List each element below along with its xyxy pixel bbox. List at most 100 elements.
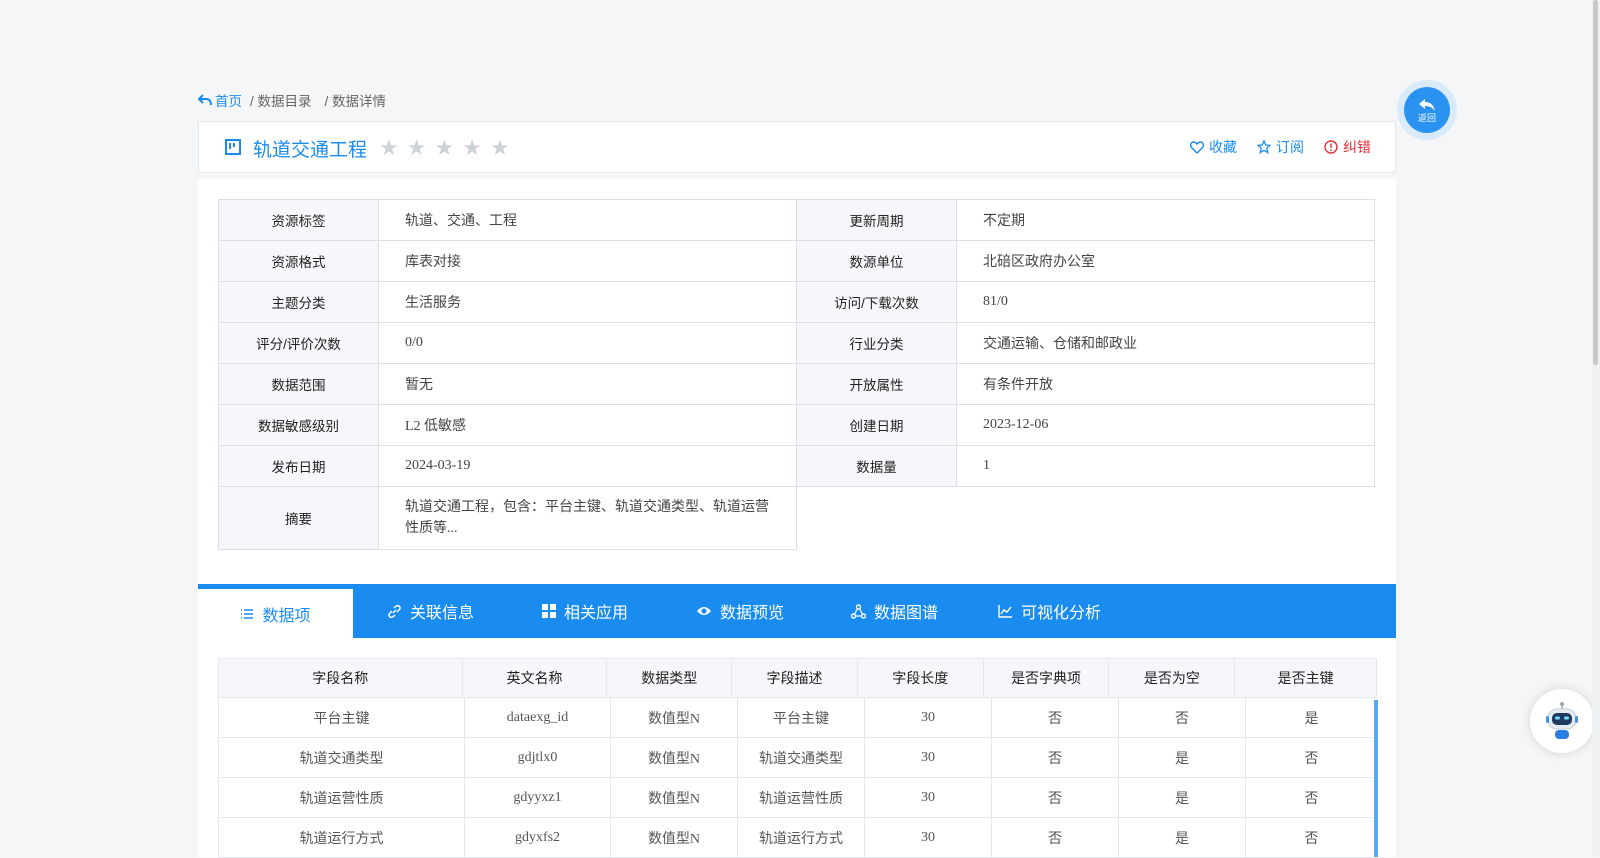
- tab-data-graph[interactable]: 数据图谱: [851, 584, 938, 638]
- title-actions: 收藏 订阅 纠错: [1190, 137, 1371, 157]
- table-cell: 是: [1119, 738, 1246, 777]
- info-value: 北碚区政府办公室: [956, 240, 1375, 282]
- table-cell: 平台主键: [738, 698, 865, 737]
- info-label: 访问/下载次数: [796, 281, 957, 323]
- table-cell: 轨道运营性质: [219, 778, 465, 817]
- star-icon[interactable]: ★: [490, 137, 510, 159]
- tab-related-info[interactable]: 关联信息: [387, 584, 474, 638]
- column-header[interactable]: 是否字典项: [984, 659, 1110, 697]
- tab-label: 数据项: [262, 607, 311, 625]
- tab-related-apps[interactable]: 相关应用: [542, 584, 628, 638]
- table-cell: 数值型N: [611, 778, 738, 817]
- star-icon[interactable]: ★: [379, 137, 399, 159]
- tab-bar: 数据项 关联信息 相关应用 数据预览 数据图谱 可视化分析: [198, 584, 1396, 638]
- info-label: 资源格式: [218, 240, 379, 282]
- tab-data-items[interactable]: 数据项: [198, 584, 353, 638]
- info-row: 主题分类 生活服务 访问/下载次数 81/0: [218, 281, 1375, 323]
- tab-visual-analysis[interactable]: 可视化分析: [998, 584, 1101, 638]
- heart-icon: [1190, 140, 1204, 154]
- info-label: 创建日期: [796, 404, 957, 446]
- info-value: 0/0: [378, 322, 797, 364]
- summary-value: 轨道交通工程，包含：平台主键、轨道交通类型、轨道运营性质等...: [378, 486, 797, 550]
- table-cell: 否: [992, 778, 1119, 817]
- grid-icon: [542, 604, 556, 618]
- info-row: 资源标签 轨道、交通、工程 更新周期 不定期: [218, 199, 1375, 241]
- table-scrollbar[interactable]: [1374, 700, 1378, 857]
- table-row[interactable]: 轨道运营性质 gdyyxz1 数值型N 轨道运营性质 30 否 是 否: [218, 778, 1377, 818]
- assistant-button[interactable]: [1530, 689, 1594, 753]
- breadcrumb-detail: / 数据详情: [324, 94, 387, 109]
- info-label: 数据范围: [218, 363, 379, 405]
- table-cell: dataexg_id: [465, 698, 611, 737]
- page-scrollbar-thumb[interactable]: [1593, 0, 1598, 365]
- table-cell: 数值型N: [611, 698, 738, 737]
- info-label: 数源单位: [796, 240, 957, 282]
- info-value: 81/0: [956, 281, 1375, 323]
- info-row: 发布日期 2024-03-19 数据量 1: [218, 445, 1375, 487]
- info-value: 暂无: [378, 363, 797, 405]
- table-cell: 轨道运营性质: [738, 778, 865, 817]
- table-cell: 30: [865, 818, 992, 857]
- star-icon[interactable]: ★: [462, 137, 482, 159]
- table-cell: 轨道运行方式: [219, 818, 465, 857]
- table-cell: 是: [1119, 818, 1246, 857]
- line-chart-icon: [998, 605, 1012, 618]
- tab-label: 关联信息: [410, 605, 475, 622]
- info-panel: 资源标签 轨道、交通、工程 更新周期 不定期 资源格式 库表对接 数源单位 北碚…: [198, 179, 1396, 584]
- favorite-button[interactable]: 收藏: [1190, 137, 1237, 157]
- info-value: 2023-12-06: [956, 404, 1375, 446]
- table-cell: 否: [1304, 831, 1319, 847]
- eye-icon: [697, 607, 711, 615]
- back-button-label: 返回: [1417, 112, 1436, 123]
- info-value: 库表对接: [378, 240, 797, 282]
- info-row: 资源格式 库表对接 数源单位 北碚区政府办公室: [218, 240, 1375, 282]
- graph-icon: [851, 603, 866, 619]
- table-row[interactable]: 轨道运行方式 gdyxfs2 数值型N 轨道运行方式 30 否 是 否: [218, 818, 1377, 858]
- rating-stars[interactable]: ★ ★ ★ ★ ★: [379, 137, 510, 159]
- list-icon: [241, 608, 254, 619]
- table-cell: 30: [865, 778, 992, 817]
- info-label: 评分/评价次数: [218, 322, 379, 364]
- info-label: 数据敏感级别: [218, 404, 379, 446]
- info-label: 资源标签: [218, 199, 379, 241]
- column-header[interactable]: 是否为空: [1109, 659, 1236, 697]
- column-header[interactable]: 字段名称: [219, 659, 463, 697]
- table-row[interactable]: 平台主键 dataexg_id 数值型N 平台主键 30 否 否 是: [218, 698, 1377, 738]
- link-icon: [388, 604, 401, 618]
- table-cell: 30: [865, 738, 992, 777]
- data-items-panel: 字段名称 英文名称 数据类型 字段描述 字段长度 是否字典项 是否为空 是否主键…: [198, 638, 1396, 858]
- column-header[interactable]: 是否主键: [1235, 659, 1376, 697]
- tab-data-preview[interactable]: 数据预览: [696, 584, 784, 638]
- breadcrumb-home[interactable]: 首页: [198, 90, 242, 110]
- page-scrollbar[interactable]: [1592, 0, 1600, 857]
- table-cell: gdyxfs2: [465, 818, 611, 857]
- table-cell: 否: [992, 818, 1119, 857]
- page-title: 轨道交通工程: [253, 140, 368, 161]
- exclamation-circle-icon: [1324, 140, 1338, 154]
- catalog-icon: [225, 139, 241, 155]
- info-row: 数据敏感级别 L2 低敏感 创建日期 2023-12-06: [218, 404, 1375, 446]
- breadcrumb-catalog[interactable]: / 数据目录: [250, 90, 312, 110]
- report-error-label: 纠错: [1343, 139, 1371, 155]
- column-header[interactable]: 字段描述: [732, 659, 858, 697]
- table-row[interactable]: 轨道交通类型 gdjtlx0 数值型N 轨道交通类型 30 否 是 否: [218, 738, 1377, 778]
- back-button[interactable]: 返回: [1397, 80, 1457, 140]
- star-icon[interactable]: ★: [407, 137, 427, 159]
- column-header[interactable]: 英文名称: [463, 659, 608, 697]
- robot-icon: [1546, 702, 1578, 739]
- breadcrumb-home-label: 首页: [215, 94, 242, 109]
- info-value: 有条件开放: [956, 363, 1375, 405]
- star-icon[interactable]: ★: [434, 137, 454, 159]
- column-header[interactable]: 数据类型: [607, 659, 733, 697]
- back-arrow-icon: [1419, 98, 1435, 111]
- info-value: 交通运输、仓储和邮政业: [956, 322, 1375, 364]
- tab-label: 数据预览: [720, 605, 785, 622]
- table-cell: 是: [1304, 711, 1319, 727]
- empty-cell: [797, 487, 1375, 550]
- report-error-button[interactable]: 纠错: [1324, 137, 1371, 157]
- column-header[interactable]: 字段长度: [858, 659, 984, 697]
- info-label: 更新周期: [796, 199, 957, 241]
- info-value: 1: [956, 445, 1375, 487]
- subscribe-button[interactable]: 订阅: [1257, 137, 1304, 157]
- breadcrumb: 首页 / 数据目录 / 数据详情: [198, 90, 391, 110]
